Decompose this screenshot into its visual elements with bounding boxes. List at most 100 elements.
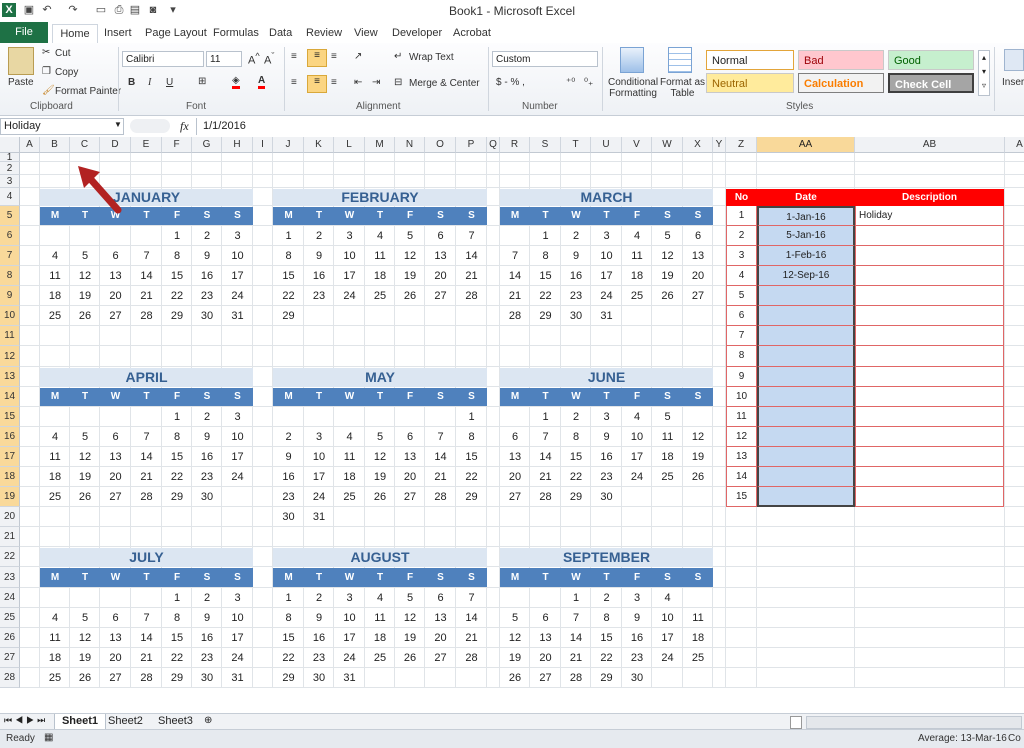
- calendar-day[interactable]: 11: [365, 246, 395, 266]
- calendar-day[interactable]: 4: [334, 427, 365, 447]
- calendar-day[interactable]: 22: [162, 648, 192, 668]
- calendar-day[interactable]: 16: [304, 628, 334, 648]
- calendar-day[interactable]: 4: [365, 588, 395, 608]
- calendar-day[interactable]: 23: [192, 648, 222, 668]
- calendar-day[interactable]: 24: [222, 467, 253, 487]
- calendar-day[interactable]: 10: [222, 427, 253, 447]
- worksheet-grid[interactable]: A B C D E F G H I J K L M N O P Q R S T U V W X Y Z AA AB A 1 2 3 4 5 6 7 8 9…: [0, 137, 1024, 713]
- calendar-day[interactable]: 19: [395, 628, 425, 648]
- column-header-h[interactable]: H: [222, 137, 253, 153]
- calendar-day[interactable]: 27: [100, 306, 131, 326]
- calendar-day[interactable]: 10: [334, 608, 365, 628]
- tab-insert[interactable]: Insert: [104, 24, 132, 42]
- calendar-day[interactable]: 2: [561, 407, 591, 427]
- sheet-tab-2[interactable]: Sheet2: [108, 715, 143, 727]
- row-header-18[interactable]: 18: [0, 467, 20, 487]
- calendar-day[interactable]: 24: [304, 487, 334, 507]
- decrease-indent-icon[interactable]: ⇤: [354, 77, 362, 88]
- increase-decimal-icon[interactable]: ⁺⁰: [566, 77, 575, 88]
- holiday-description-cell[interactable]: [855, 447, 1004, 467]
- calendar-day[interactable]: 11: [40, 628, 70, 648]
- calendar-day[interactable]: 9: [192, 608, 222, 628]
- column-header-e[interactable]: E: [131, 137, 162, 153]
- calendar-day[interactable]: 1: [162, 588, 192, 608]
- calendar-day[interactable]: 30: [192, 487, 222, 507]
- formula-input[interactable]: 1/1/2016: [196, 118, 1024, 135]
- calendar-day[interactable]: 11: [365, 608, 395, 628]
- calendar-day[interactable]: 11: [683, 608, 713, 628]
- scrollbar-splitter[interactable]: [790, 716, 802, 729]
- calendar-day[interactable]: 30: [192, 668, 222, 688]
- calendar-day[interactable]: 2: [304, 588, 334, 608]
- row-header-1[interactable]: 1: [0, 153, 20, 163]
- column-header-r[interactable]: R: [500, 137, 530, 153]
- calendar-day[interactable]: 8: [162, 608, 192, 628]
- holiday-date-cell[interactable]: 1-Jan-16: [757, 206, 855, 226]
- calendar-day[interactable]: 11: [40, 447, 70, 467]
- calendar-day[interactable]: 3: [222, 407, 253, 427]
- column-header-n[interactable]: N: [395, 137, 425, 153]
- calendar-day[interactable]: 27: [425, 648, 456, 668]
- calendar-day[interactable]: 13: [530, 628, 561, 648]
- calendar-day[interactable]: 18: [622, 266, 652, 286]
- calendar-day[interactable]: 14: [425, 447, 456, 467]
- calendar-day[interactable]: 27: [100, 487, 131, 507]
- calendar-day[interactable]: 13: [425, 608, 456, 628]
- decrease-decimal-icon[interactable]: ⁰₊: [584, 77, 593, 88]
- holiday-no-cell[interactable]: 2: [726, 226, 757, 246]
- paste-icon[interactable]: [8, 47, 34, 75]
- tab-view[interactable]: View: [354, 24, 378, 42]
- calendar-day[interactable]: 16: [192, 266, 222, 286]
- calendar-day[interactable]: 27: [425, 286, 456, 306]
- calendar-day[interactable]: 8: [162, 427, 192, 447]
- calendar-day[interactable]: 3: [222, 226, 253, 246]
- calendar-day[interactable]: 11: [40, 266, 70, 286]
- holiday-no-cell[interactable]: 4: [726, 266, 757, 286]
- calendar-day[interactable]: 9: [192, 246, 222, 266]
- calendar-day[interactable]: 20: [683, 266, 713, 286]
- calendar-day[interactable]: 9: [273, 447, 304, 467]
- calendar-day[interactable]: 19: [70, 286, 100, 306]
- cut-button[interactable]: Cut: [55, 48, 71, 59]
- row-header-25[interactable]: 25: [0, 608, 20, 628]
- calendar-day[interactable]: 18: [365, 266, 395, 286]
- calendar-day[interactable]: 15: [162, 266, 192, 286]
- calendar-day[interactable]: 28: [500, 306, 530, 326]
- calendar-day[interactable]: 7: [530, 427, 561, 447]
- calendar-day[interactable]: 16: [622, 628, 652, 648]
- calendar-day[interactable]: 10: [222, 246, 253, 266]
- calendar-day[interactable]: 23: [591, 467, 622, 487]
- row-header-7[interactable]: 7: [0, 246, 20, 266]
- row-header-27[interactable]: 27: [0, 648, 20, 668]
- calendar-day[interactable]: 4: [652, 588, 683, 608]
- holiday-description-cell[interactable]: [855, 346, 1004, 367]
- paste-button[interactable]: Paste: [8, 77, 34, 88]
- row-header-10[interactable]: 10: [0, 306, 20, 326]
- align-top-icon[interactable]: ≡: [291, 51, 297, 62]
- calendar-day[interactable]: 29: [456, 487, 487, 507]
- calendar-day[interactable]: 23: [192, 467, 222, 487]
- calendar-day[interactable]: 26: [395, 286, 425, 306]
- calendar-day[interactable]: 16: [304, 266, 334, 286]
- column-header-d[interactable]: D: [100, 137, 131, 153]
- calendar-day[interactable]: 14: [456, 246, 487, 266]
- format-as-table-button[interactable]: Format as Table: [660, 77, 705, 99]
- calendar-day[interactable]: 24: [591, 286, 622, 306]
- calendar-day[interactable]: 31: [591, 306, 622, 326]
- calendar-day[interactable]: 26: [70, 668, 100, 688]
- calendar-day[interactable]: 14: [500, 266, 530, 286]
- calendar-day[interactable]: 28: [131, 668, 162, 688]
- column-header-i[interactable]: I: [253, 137, 273, 153]
- column-header-j[interactable]: J: [273, 137, 304, 153]
- accounting-format-buttons[interactable]: $ - % ,: [496, 77, 525, 88]
- align-right-icon[interactable]: ≡: [331, 77, 337, 88]
- calendar-day[interactable]: 18: [40, 286, 70, 306]
- calendar-day[interactable]: 13: [683, 246, 713, 266]
- calendar-day[interactable]: 9: [622, 608, 652, 628]
- conditional-formatting-button[interactable]: Conditional Formatting: [608, 77, 658, 99]
- calendar-day[interactable]: 15: [273, 266, 304, 286]
- calendar-day[interactable]: 5: [395, 588, 425, 608]
- calendar-day[interactable]: 12: [395, 246, 425, 266]
- calendar-day[interactable]: 11: [622, 246, 652, 266]
- calendar-day[interactable]: 2: [273, 427, 304, 447]
